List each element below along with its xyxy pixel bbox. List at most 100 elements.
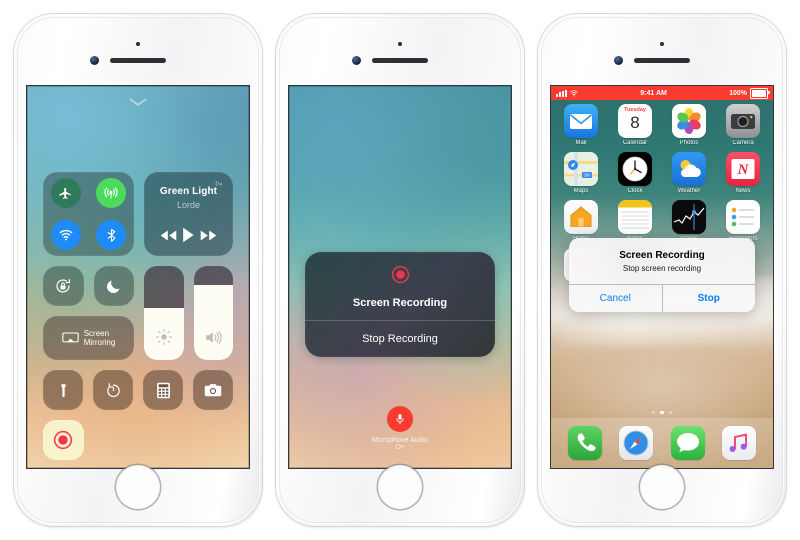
- dock-icon-music[interactable]: [722, 426, 757, 460]
- record-circle-icon: [391, 265, 409, 284]
- dock: [551, 418, 773, 468]
- app-row: Home Notes: [559, 200, 765, 242]
- app-icon-calendar[interactable]: Tuesday 8 Calendar: [613, 104, 657, 146]
- app-label: News: [735, 188, 751, 194]
- app-label: Mail: [575, 140, 587, 146]
- screen-recording-sheet: Screen Recording Stop Recording: [305, 252, 495, 357]
- airplane-mode-toggle[interactable]: [50, 178, 81, 208]
- app-icon-maps[interactable]: 280 Maps: [559, 152, 603, 194]
- alert-stop-button[interactable]: Stop: [661, 285, 756, 312]
- screen-record-button[interactable]: [43, 420, 84, 460]
- signal-bars-icon: [556, 89, 567, 97]
- page-dot[interactable]: [668, 410, 673, 414]
- alert-cancel-button[interactable]: Cancel: [569, 285, 662, 312]
- proximity-sensor-icon: [398, 42, 402, 46]
- control-center: Green Light Lorde Screen Mirroring: [27, 86, 249, 468]
- bluetooth-toggle[interactable]: [96, 220, 127, 250]
- home-button[interactable]: [640, 465, 684, 509]
- phone3-screen: 9:41 AM 100% Mail Tuesday 8 Calendar Pho…: [551, 86, 773, 468]
- app-icon-weather[interactable]: Weather: [667, 152, 711, 194]
- stop-recording-alert: Screen Recording Stop screen recording C…: [569, 238, 755, 312]
- earpiece-speaker: [372, 58, 428, 63]
- alert-buttons: Cancel Stop: [569, 284, 755, 312]
- screen-mirroring-button[interactable]: Screen Mirroring: [43, 316, 134, 360]
- app-label: Maps: [573, 188, 589, 194]
- microphone-label: Microphone Audio: [371, 437, 429, 444]
- microphone-button[interactable]: [387, 406, 413, 432]
- phone-control-center: Green Light Lorde Screen Mirroring: [14, 14, 262, 526]
- weather-icon: [672, 152, 706, 186]
- app-icon-photos[interactable]: Photos: [667, 104, 711, 146]
- screen-mirroring-line2: Mirroring: [83, 338, 116, 347]
- record-circle-icon: [54, 430, 73, 450]
- brightness-slider[interactable]: [144, 266, 184, 360]
- fast-forward-icon[interactable]: [200, 229, 217, 242]
- alert-message: Stop screen recording: [622, 264, 702, 273]
- app-row: Mail Tuesday 8 Calendar Photos Camera: [559, 104, 765, 146]
- status-bar-time: 9:41 AM: [640, 89, 667, 97]
- dock-icon-safari[interactable]: [619, 426, 654, 460]
- photos-icon: [672, 104, 706, 138]
- app-icon-mail[interactable]: Mail: [559, 104, 603, 146]
- app-icon-notes[interactable]: Notes: [613, 200, 657, 242]
- mail-icon: [564, 104, 598, 138]
- microphone-icon: [396, 414, 404, 425]
- home-button[interactable]: [378, 465, 422, 509]
- home-icon: [564, 200, 598, 234]
- dock-icon-messages[interactable]: [670, 426, 705, 460]
- now-playing-widget[interactable]: Green Light Lorde: [144, 172, 233, 256]
- rewind-icon[interactable]: [160, 229, 177, 242]
- screenshot-canvas: Green Light Lorde Screen Mirroring Scree…: [0, 0, 800, 540]
- app-icon-home[interactable]: Home: [559, 200, 603, 242]
- app-icon-stocks[interactable]: Stocks: [667, 200, 711, 242]
- front-camera-icon: [614, 56, 623, 65]
- microphone-audio-toggle[interactable]: Microphone Audio On: [289, 406, 511, 451]
- phone-home-alert: 9:41 AM 100% Mail Tuesday 8 Calendar Pho…: [538, 14, 786, 526]
- volume-slider[interactable]: [193, 266, 233, 360]
- now-playing-controls: [144, 227, 233, 243]
- cc-row-3: [43, 370, 233, 410]
- wifi-toggle[interactable]: [50, 220, 81, 250]
- chevron-down-icon[interactable]: [129, 98, 147, 107]
- do-not-disturb-toggle[interactable]: [93, 266, 134, 306]
- volume-fill: [193, 284, 233, 360]
- airplay-screen-icon: [62, 331, 79, 342]
- camera-button[interactable]: [193, 370, 233, 410]
- rotation-lock-icon: [56, 278, 71, 293]
- page-dot-active[interactable]: [660, 410, 664, 414]
- microphone-state: On: [395, 444, 405, 451]
- notes-icon: [618, 200, 652, 234]
- home-button[interactable]: [116, 465, 160, 509]
- app-icon-clock[interactable]: Clock: [613, 152, 657, 194]
- cc-mini-row: [43, 266, 134, 306]
- stop-recording-button[interactable]: Stop Recording: [305, 321, 495, 357]
- app-row: 280 Maps Clock Weather N News: [559, 152, 765, 194]
- timer-button[interactable]: [93, 370, 133, 410]
- page-dot[interactable]: [651, 410, 656, 414]
- cc-row-2: Screen Mirroring: [43, 266, 233, 360]
- wifi-icon: [570, 89, 578, 97]
- rotation-lock-toggle[interactable]: [43, 266, 84, 306]
- calculator-button[interactable]: [143, 370, 183, 410]
- app-label: Photos: [679, 140, 699, 146]
- clock-icon: [618, 152, 652, 186]
- proximity-sensor-icon: [660, 42, 664, 46]
- calendar-icon: Tuesday 8: [618, 104, 652, 138]
- battery-percent-label: 100%: [729, 89, 747, 97]
- app-icon-camera[interactable]: Camera: [721, 104, 765, 146]
- cellular-data-toggle[interactable]: [96, 178, 127, 208]
- app-icon-news[interactable]: N News: [721, 152, 765, 194]
- play-icon[interactable]: [181, 227, 195, 243]
- flashlight-icon: [60, 383, 66, 397]
- brightness-sun-icon: [144, 328, 184, 346]
- svg-text:280: 280: [583, 173, 591, 178]
- phone2-screen: Screen Recording Stop Recording Micropho…: [289, 86, 511, 468]
- flashlight-button[interactable]: [43, 370, 83, 410]
- phone-recording-sheet: Screen Recording Stop Recording Micropho…: [276, 14, 524, 526]
- cc-row-1: Green Light Lorde: [43, 172, 233, 256]
- dock-icon-phone[interactable]: [567, 426, 602, 460]
- front-camera-icon: [352, 56, 361, 65]
- app-icon-reminders[interactable]: Reminders: [721, 200, 765, 242]
- sheet-header: Screen Recording: [305, 252, 495, 320]
- now-playing-title: Green Light: [159, 186, 218, 197]
